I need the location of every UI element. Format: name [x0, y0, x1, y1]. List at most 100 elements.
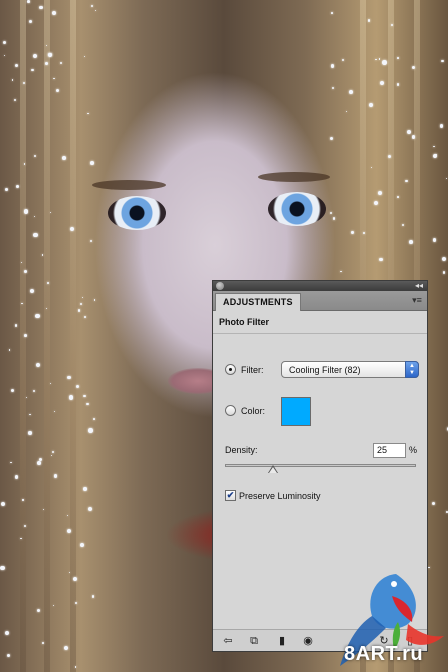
snow-flake [55, 88, 60, 93]
snow-flake [21, 302, 23, 304]
snow-flake [62, 156, 67, 161]
collapse-icon[interactable]: ◂◂ [415, 281, 423, 291]
snow-flake [72, 576, 78, 582]
snow-flake [39, 5, 44, 10]
snow-flake [92, 418, 95, 421]
snow-flake [330, 212, 333, 215]
left-eye [108, 196, 166, 230]
panel-tab-row: ADJUSTMENTS [213, 291, 427, 311]
snow-flake [89, 239, 93, 242]
snow-flake [14, 324, 17, 327]
snow-flake [13, 98, 16, 101]
snow-flake [63, 645, 68, 650]
snow-flake [2, 40, 7, 45]
clip-layer-icon[interactable]: ⧉ [247, 635, 261, 647]
mask-visibility-icon[interactable]: ▮ [275, 635, 289, 647]
snow-flake [22, 499, 24, 501]
panel-menu-icon[interactable]: ▾≡ [410, 294, 424, 306]
snow-flake [405, 180, 408, 183]
snow-flake [8, 349, 11, 352]
filter-radio[interactable] [225, 364, 236, 375]
density-slider-thumb[interactable] [267, 465, 278, 473]
snow-flake [375, 58, 377, 60]
snow-flake [25, 397, 27, 399]
snow-flake [53, 474, 57, 478]
snow-flake [348, 89, 353, 94]
density-slider[interactable] [225, 464, 416, 467]
snow-flake [32, 389, 35, 392]
snow-flake [80, 543, 85, 547]
snow-flake [11, 79, 14, 81]
snow-flake [1, 501, 6, 506]
snow-flake [53, 410, 56, 412]
snow-flake [10, 389, 15, 393]
divider [213, 333, 427, 334]
snow-flake [29, 289, 34, 294]
snow-flake [351, 231, 354, 234]
snow-flake [93, 299, 96, 302]
snow-flake [74, 666, 77, 668]
adjustment-title: Photo Filter [219, 317, 269, 327]
snow-flake [66, 375, 71, 380]
snow-flake [431, 502, 435, 506]
eye-icon[interactable]: ◉ [301, 635, 315, 647]
snow-flake [378, 191, 383, 195]
snow-flake [79, 302, 83, 306]
snow-flake [90, 161, 94, 165]
snow-flake [29, 413, 31, 415]
snow-flake [83, 316, 86, 319]
snow-flake [50, 454, 53, 457]
snow-flake [33, 233, 38, 238]
snow-flake [4, 187, 8, 191]
color-label: Color: [241, 406, 266, 416]
snow-flake [401, 224, 405, 227]
snow-flake [407, 130, 412, 135]
snow-flake [36, 608, 41, 613]
snow-flake [441, 256, 447, 262]
snow-flake [26, 0, 30, 3]
snow-flake [446, 177, 448, 180]
snow-flake [7, 653, 11, 657]
color-swatch[interactable] [281, 397, 311, 426]
snow-flake [37, 460, 41, 465]
snow-flake [90, 4, 94, 7]
snow-flake [75, 602, 78, 605]
snow-flake [20, 537, 22, 539]
snow-flake [439, 124, 444, 128]
snow-flake [52, 11, 56, 15]
snow-flake [346, 110, 348, 112]
density-input[interactable]: 25 [373, 443, 406, 458]
snow-flake [331, 87, 334, 90]
color-radio[interactable] [225, 405, 236, 416]
snow-flake [48, 52, 52, 56]
filter-select[interactable]: Cooling Filter (82) ▲ ▼ [281, 361, 419, 378]
snow-flake [77, 309, 81, 312]
right-eye [268, 192, 326, 226]
snow-flake [330, 64, 334, 68]
snow-flake [379, 80, 384, 85]
snow-flake [441, 60, 444, 63]
tab-adjustments[interactable]: ADJUSTMENTS [215, 293, 301, 311]
snow-flake [397, 196, 399, 198]
snow-flake [23, 209, 28, 214]
snow-flake [14, 475, 19, 479]
snow-flake [15, 63, 19, 67]
filter-label: Filter: [241, 365, 264, 375]
snow-flake [47, 281, 49, 284]
panel-titlebar[interactable]: ◂◂ [213, 281, 427, 291]
close-icon[interactable] [216, 282, 224, 290]
return-arrow-icon[interactable]: ⇦ [221, 635, 235, 647]
snow-flake [370, 166, 373, 169]
filter-select-value: Cooling Filter (82) [289, 365, 361, 375]
preserve-luminosity-label: Preserve Luminosity [239, 491, 321, 501]
snow-flake [388, 154, 392, 158]
watermark-text: 8ART.ru [344, 643, 424, 665]
snow-flake [373, 200, 379, 206]
snow-flake [35, 362, 40, 367]
snow-flake [35, 313, 40, 319]
snow-flake [83, 55, 85, 57]
snow-flake [87, 112, 90, 115]
snow-flake [31, 68, 34, 71]
preserve-luminosity-checkbox[interactable]: ✔ [225, 490, 236, 501]
snow-flake [68, 395, 74, 400]
